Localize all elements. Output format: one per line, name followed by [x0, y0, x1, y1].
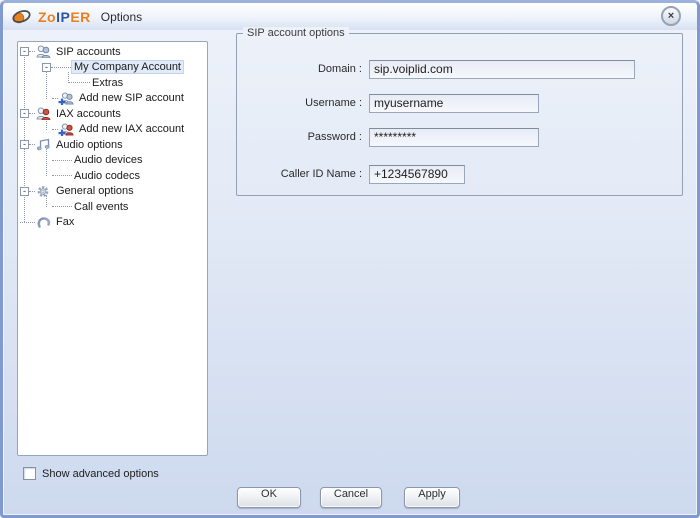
show-advanced-options-label[interactable]: Show advanced options — [42, 468, 159, 480]
caller-id-input[interactable] — [369, 164, 465, 184]
domain-label: Domain : — [317, 63, 362, 75]
collapse-icon[interactable]: - — [20, 109, 29, 119]
password-input[interactable] — [369, 127, 539, 147]
tree-connector — [68, 82, 90, 84]
tree-item-iax-accounts[interactable]: - IAX accounts — [18, 106, 207, 122]
ok-button[interactable]: OK — [237, 487, 301, 508]
tree-item-extras[interactable]: Extras — [18, 75, 207, 91]
tree-connector — [52, 159, 72, 161]
tree-item-label: My Company Account — [71, 60, 184, 75]
audio-options-icon — [35, 138, 51, 151]
sip-accounts-icon — [35, 45, 51, 59]
tree-item-sip-accounts[interactable]: - SIP accounts — [18, 44, 207, 60]
tree-item-add-new-iax-account[interactable]: Add new IAX account — [18, 122, 207, 138]
collapse-icon[interactable]: - — [20, 140, 29, 150]
cancel-button[interactable]: Cancel — [320, 487, 382, 508]
collapse-icon[interactable]: - — [42, 62, 51, 72]
add-sip-account-icon — [58, 92, 74, 105]
tree-item-label: Add new IAX account — [79, 123, 185, 136]
tree-item-label: Fax — [56, 216, 75, 229]
tree-connector — [20, 221, 35, 223]
collapse-icon[interactable]: - — [20, 47, 29, 57]
tree-item-call-events[interactable]: Call events — [18, 199, 207, 215]
username-input[interactable] — [369, 93, 539, 113]
zoiper-logo-text: ZoIPER — [38, 8, 91, 25]
tree-item-audio-codecs[interactable]: Audio codecs — [18, 168, 207, 184]
show-advanced-options-row: Show advanced options — [23, 467, 159, 480]
tree-item-label: Call events — [74, 200, 129, 213]
fax-icon — [35, 216, 51, 229]
zoiper-logo-icon — [12, 10, 31, 24]
tree-item-general-options[interactable]: - General options — [18, 184, 207, 200]
tree-item-audio-devices[interactable]: Audio devices — [18, 153, 207, 169]
apply-button[interactable]: Apply — [404, 487, 460, 508]
caller-id-label: Caller ID Name : — [280, 168, 362, 180]
password-row: Password : — [237, 127, 539, 147]
tree-item-add-new-sip-account[interactable]: Add new SIP account — [18, 91, 207, 107]
tree-connector — [52, 206, 72, 208]
tree-item-label: Add new SIP account — [79, 92, 184, 105]
tree-item-label: Audio codecs — [74, 169, 141, 182]
password-label: Password : — [307, 131, 362, 143]
domain-row: Domain : — [237, 59, 635, 79]
options-tree: - SIP accounts - My Company Account Extr — [17, 41, 208, 456]
window-title: Options — [100, 9, 143, 24]
tree-item-label: Extras — [92, 76, 124, 89]
tree-item-audio-options[interactable]: - Audio options — [18, 137, 207, 153]
tree-item-fax[interactable]: Fax — [18, 215, 207, 231]
add-iax-account-icon — [58, 123, 74, 136]
sip-account-options-group: SIP account options Domain : Username : … — [236, 27, 683, 196]
tree-item-label: Audio devices — [74, 154, 143, 167]
username-row: Username : — [237, 93, 539, 113]
tree-item-my-company-account[interactable]: - My Company Account — [18, 60, 207, 76]
show-advanced-options-checkbox[interactable] — [23, 467, 36, 480]
close-icon[interactable]: × — [661, 6, 681, 26]
tree-item-label: Audio options — [56, 138, 123, 151]
tree-connector — [51, 66, 71, 68]
caller-id-row: Caller ID Name : — [237, 164, 465, 184]
iax-accounts-icon — [35, 107, 51, 121]
username-label: Username : — [305, 97, 362, 109]
group-title: SIP account options — [243, 27, 349, 39]
tree-item-label: General options — [56, 185, 134, 198]
tree-item-label: SIP accounts — [56, 45, 121, 58]
general-options-icon — [35, 185, 51, 198]
collapse-icon[interactable]: - — [20, 186, 29, 196]
tree-item-label: IAX accounts — [56, 107, 121, 120]
options-window: ZoIPER Options × - SIP accounts - My Com… — [0, 0, 700, 518]
title-bar: ZoIPER Options × — [3, 3, 697, 30]
domain-input[interactable] — [369, 59, 635, 79]
tree-connector — [52, 175, 72, 177]
